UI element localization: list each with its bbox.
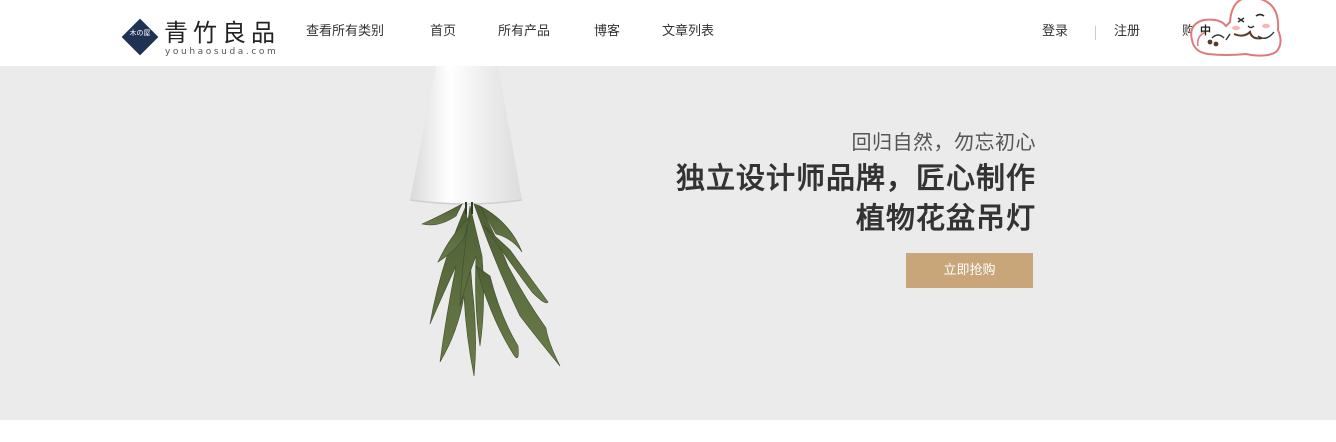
mascot-sticker[interactable]: 中 (1186, 0, 1290, 62)
hero-banner: 回归自然，勿忘初心 独立设计师品牌，匠心制作 植物花盆吊灯 立即抢购 (0, 66, 1336, 420)
banner-headline: 独立设计师品牌，匠心制作 植物花盆吊灯 (676, 158, 1036, 238)
mascot-badge-text: 中 (1200, 24, 1211, 37)
nav-item-blog[interactable]: 博客 (594, 23, 620, 41)
nav-divider (1095, 26, 1096, 40)
nav-item-home[interactable]: 首页 (430, 23, 456, 41)
nav-item-article-list[interactable]: 文章列表 (662, 23, 714, 41)
banner-headline-line2: 植物花盆吊灯 (855, 201, 1036, 235)
banner-tagline: 回归自然，勿忘初心 (851, 130, 1036, 154)
logo-name: 青竹良品 (164, 19, 280, 47)
nav-item-all-products[interactable]: 所有产品 (498, 23, 550, 41)
logo-seal-icon (121, 18, 159, 56)
site-header: 木の屋 青竹良品 youhaosuda.com 查看所有类别 首页 所有产品 博… (0, 0, 1336, 66)
banner-headline-line1: 独立设计师品牌，匠心制作 (675, 161, 1036, 195)
logo-subtitle: youhaosuda.com (165, 47, 279, 57)
login-link[interactable]: 登录 (1042, 23, 1068, 41)
logo-seal-text: 木の屋 (129, 29, 151, 37)
buy-now-button[interactable]: 立即抢购 (906, 253, 1033, 288)
nav-item-all-categories[interactable]: 查看所有类别 (306, 23, 384, 41)
register-link[interactable]: 注册 (1114, 23, 1140, 41)
plant-lamp-image (409, 66, 561, 377)
